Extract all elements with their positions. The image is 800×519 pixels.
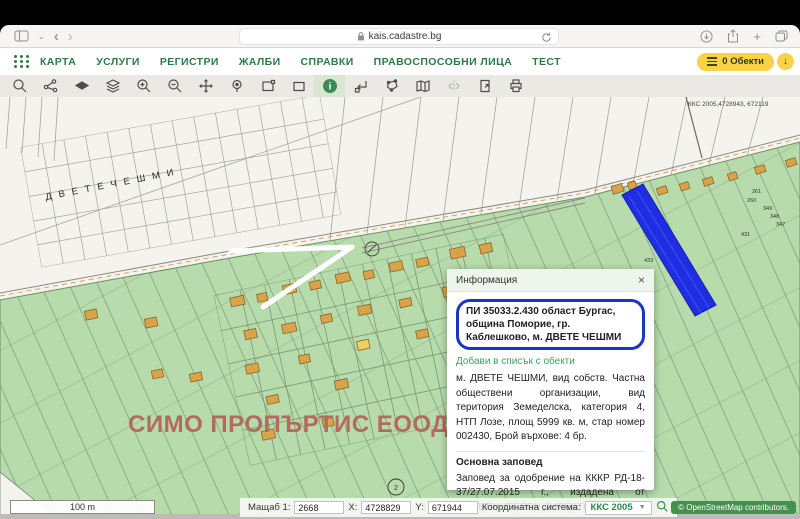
list-icon	[707, 57, 717, 66]
mac-menubar	[0, 0, 800, 25]
add-to-objects-link[interactable]: Добави в списък с обекти	[456, 356, 645, 367]
tool-zoom-out[interactable]	[159, 75, 190, 97]
map-area: 433 431 347 348 349 260 261 2 ДВЕТЕЧЕШМИ…	[0, 97, 800, 519]
share-icon[interactable]	[727, 29, 739, 43]
parcel-id-highlight: ПИ 35033.2.430 област Бургас, община Пом…	[456, 299, 645, 350]
tool-locate[interactable]	[221, 75, 252, 97]
coordinate-search-icon[interactable]	[656, 500, 669, 516]
tool-select-extent[interactable]	[283, 75, 314, 97]
objects-list-button[interactable]: 0 Обекти	[697, 53, 774, 71]
svg-text:347: 347	[776, 222, 785, 228]
tool-info[interactable]: i	[314, 75, 345, 97]
parcel-description: м. ДВЕТЕ ЧЕШМИ, вид собств. Частна общес…	[456, 372, 645, 445]
tool-select-polygon[interactable]	[376, 75, 407, 97]
y-label: Y:	[415, 502, 423, 513]
tool-print[interactable]	[500, 75, 531, 97]
svg-text:2: 2	[394, 485, 398, 492]
svg-text:348: 348	[770, 214, 779, 220]
osm-attribution[interactable]: © OpenStreetMap contributors.	[671, 501, 796, 514]
nav-item-pravosposobni-litsa[interactable]: ПРАВОСПОСОБНИ ЛИЦА	[374, 56, 512, 68]
crs-select[interactable]: ККС 2005 ▼	[585, 501, 652, 515]
coordinates-bar: Мащаб 1: X: Y: Координатна система: ККС …	[240, 498, 677, 517]
svg-text:433: 433	[644, 258, 653, 264]
svg-text:261: 261	[752, 189, 761, 195]
scale-bar: 100 m	[10, 500, 155, 514]
lock-icon	[357, 32, 365, 41]
scale-input[interactable]	[294, 501, 344, 514]
y-input[interactable]	[428, 501, 478, 514]
tool-select-rectangle[interactable]	[252, 75, 283, 97]
info-panel-title: Информация	[456, 275, 517, 286]
address-bar[interactable]: kais.cadastre.bg	[239, 28, 559, 45]
tool-layers[interactable]	[97, 75, 128, 97]
refresh-icon[interactable]	[541, 32, 552, 43]
nav-item-zhalbi[interactable]: ЖАЛБИ	[239, 56, 281, 68]
site-nav: КАРТА УСЛУГИ РЕГИСТРИ ЖАЛБИ СПРАВКИ ПРАВ…	[0, 48, 800, 75]
sidebar-icon[interactable]	[14, 30, 29, 42]
tool-map-sheets[interactable]	[407, 75, 438, 97]
nav-item-spravki[interactable]: СПРАВКИ	[301, 56, 354, 68]
nav-item-test[interactable]: ТЕСТ	[532, 56, 561, 68]
browser-toolbar: ⌄ ‹ › kais.cadastre.bg +	[0, 25, 800, 48]
nav-item-registri[interactable]: РЕГИСТРИ	[160, 56, 219, 68]
tool-split	[438, 75, 469, 97]
tool-pan[interactable]	[190, 75, 221, 97]
tool-search[interactable]	[4, 75, 35, 97]
caret-down-icon: ▼	[639, 504, 646, 511]
owner-label: СИМО ПРОПЪРТИС ЕООД	[128, 411, 449, 438]
url-text: kais.cadastre.bg	[369, 31, 442, 42]
tool-zoom-in[interactable]	[128, 75, 159, 97]
svg-text:260: 260	[747, 198, 756, 204]
x-label: X:	[348, 502, 357, 513]
chevron-down-icon[interactable]: ⌄	[38, 32, 45, 41]
apps-grid-icon[interactable]	[14, 55, 30, 68]
tab-overview-icon[interactable]	[775, 30, 788, 42]
forward-button[interactable]: ›	[68, 29, 73, 44]
map-toolbar: i	[0, 75, 800, 97]
crs-label: Координатна система:	[482, 502, 581, 513]
tool-layer-visibility[interactable]	[66, 75, 97, 97]
info-panel: Информация × ПИ 35033.2.430 област Бурга…	[447, 269, 654, 490]
nav-item-karta[interactable]: КАРТА	[40, 56, 76, 68]
svg-text:431: 431	[741, 232, 750, 238]
back-button[interactable]: ‹	[54, 29, 59, 44]
scale-label: Мащаб 1:	[248, 502, 290, 513]
new-tab-icon[interactable]: +	[753, 29, 761, 44]
tool-snap-corner[interactable]	[345, 75, 376, 97]
tool-export[interactable]	[469, 75, 500, 97]
download-objects-button[interactable]: ↓	[777, 53, 794, 70]
tool-network-select[interactable]	[35, 75, 66, 97]
map-canvas[interactable]: 433 431 347 348 349 260 261 2 ДВЕТЕЧЕШМИ…	[0, 97, 800, 519]
nav-item-uslugi[interactable]: УСЛУГИ	[96, 56, 140, 68]
svg-text:349: 349	[763, 206, 772, 212]
x-input[interactable]	[361, 501, 411, 514]
corner-coordinates: ККС 2005,4728943, 672119	[688, 101, 769, 108]
close-icon[interactable]: ×	[638, 273, 645, 287]
svg-text:i: i	[328, 82, 331, 93]
order-heading: Основна заповед	[456, 457, 645, 468]
downloads-icon[interactable]	[700, 30, 713, 43]
